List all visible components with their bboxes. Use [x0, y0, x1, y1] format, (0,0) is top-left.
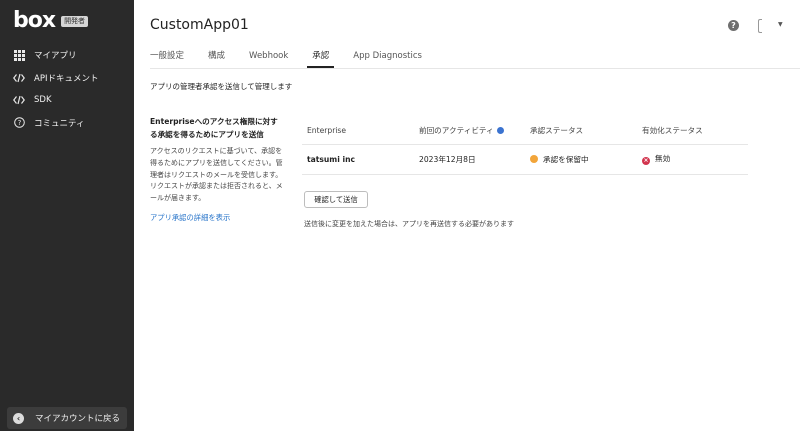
approval-status-text: 承認を保留中 — [543, 154, 589, 164]
tab-app-diagnostics[interactable]: App Diagnostics — [353, 48, 422, 68]
page-description: アプリの管理者承認を送信して管理します — [150, 82, 293, 91]
main-content: CustomApp01 ? ▼ 一般設定 構成 Webhook 承認 App D… — [134, 0, 800, 431]
developer-badge: 開発者 — [61, 15, 89, 27]
activation-status-text: 無効 — [655, 154, 671, 163]
sidebar-item-my-apps[interactable]: マイアプリ — [0, 44, 134, 67]
info-panel: Enterpriseへのアクセス権限に対する承認を得るためにアプリを送信 アクセ… — [150, 116, 285, 223]
tab-general-settings[interactable]: 一般設定 — [150, 48, 184, 68]
sidebar-item-label: マイアプリ — [34, 51, 77, 62]
back-arrow-icon: ‹ — [13, 412, 24, 424]
back-to-account-button[interactable]: ‹ マイアカウントに戻る — [7, 407, 127, 429]
table-row: tatsumi inc 2023年12月8日 承認を保留中 × 無効 — [302, 144, 748, 175]
sidebar-item-community[interactable]: ? コミュニティ — [0, 112, 134, 135]
column-header-label: 前回のアクティビティ — [419, 126, 494, 136]
pending-status-icon — [530, 154, 538, 163]
approval-details-link[interactable]: アプリ承認の詳細を表示 — [150, 213, 285, 223]
svg-text:?: ? — [17, 119, 21, 127]
enterprise-name: tatsumi inc — [302, 144, 414, 175]
sidebar: box 開発者 マイアプリ APIドキュメント SDK ? コミュニティ ‹ マ… — [0, 0, 134, 431]
sidebar-item-label: SDK — [34, 95, 52, 106]
sidebar-item-sdk[interactable]: SDK — [0, 89, 134, 112]
code-icon — [13, 72, 25, 84]
column-header-activation-status: 有効化ステータス — [637, 118, 748, 145]
sidebar-item-api-docs[interactable]: APIドキュメント — [0, 67, 134, 90]
page-title: CustomApp01 — [150, 17, 249, 33]
table-header-row: Enterprise 前回のアクティビティ 承認ステータス 有効化ステータス — [302, 118, 748, 145]
approval-status-cell: 承認を保留中 — [525, 144, 637, 175]
column-header-enterprise: Enterprise — [302, 118, 414, 145]
column-header-approval-status: 承認ステータス — [525, 118, 637, 145]
account-icon[interactable] — [758, 19, 762, 33]
info-icon[interactable] — [496, 127, 504, 135]
info-body: アクセスのリクエストに基づいて、承認を得るためにアプリを送信してください。管理者… — [150, 147, 283, 203]
tabs-divider — [150, 68, 800, 69]
tab-bar: 一般設定 構成 Webhook 承認 App Diagnostics — [150, 48, 446, 68]
sidebar-item-label: コミュニティ — [34, 118, 85, 129]
chevron-down-icon[interactable]: ▼ — [778, 21, 783, 28]
approval-table: Enterprise 前回のアクティビティ 承認ステータス 有効化ステータス t… — [302, 118, 748, 175]
tab-configuration[interactable]: 構成 — [208, 48, 225, 68]
grid-icon — [13, 49, 25, 61]
last-activity-date: 2023年12月8日 — [414, 144, 525, 175]
tab-webhook[interactable]: Webhook — [249, 48, 288, 68]
box-logo: box — [13, 8, 56, 33]
resubmit-note: 送信後に変更を加えた場合は、アプリを再送信する必要があります — [304, 220, 514, 228]
disabled-status-icon: × — [642, 157, 650, 165]
back-label: マイアカウントに戻る — [35, 414, 121, 424]
code-icon — [13, 94, 25, 106]
help-circle-icon: ? — [13, 117, 25, 129]
column-header-last-activity: 前回のアクティビティ — [414, 118, 525, 145]
info-heading: Enterpriseへのアクセス権限に対する承認を得るためにアプリを送信 — [150, 117, 278, 139]
sidebar-item-label: APIドキュメント — [34, 73, 99, 84]
help-icon[interactable]: ? — [728, 20, 739, 31]
logo[interactable]: box 開発者 — [13, 8, 89, 33]
sidebar-nav: マイアプリ APIドキュメント SDK ? コミュニティ — [0, 44, 134, 134]
activation-status-cell: × 無効 — [637, 144, 748, 175]
review-and-submit-button[interactable]: 確認して送信 — [304, 191, 368, 208]
tab-authorization[interactable]: 承認 — [307, 48, 335, 68]
